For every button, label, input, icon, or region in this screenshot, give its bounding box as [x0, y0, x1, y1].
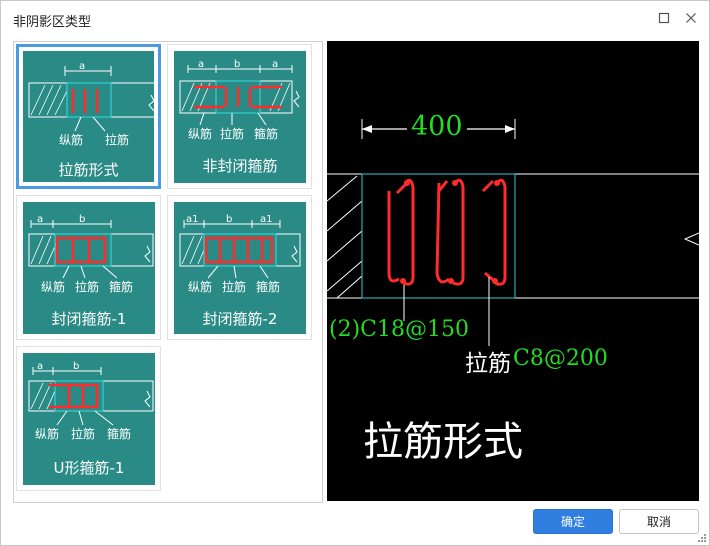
- dialog-window: 非阴影区类型 a 纵筋 拉筋 拉筋形式 a b a 纵筋 拉筋 箍筋 非封闭箍筋…: [0, 0, 710, 546]
- dim-label: a1: [186, 214, 199, 225]
- option-closed-stirrup-2[interactable]: a1 b a1 纵筋 拉筋 箍筋 封闭箍筋-2: [167, 195, 312, 340]
- maximize-icon: [658, 12, 670, 24]
- option-tie-bar-form[interactable]: a 纵筋 拉筋 拉筋形式: [16, 44, 161, 189]
- option-u-stirrup-1[interactable]: a b 纵筋 拉筋 箍筋 U形箍筋-1: [16, 346, 161, 491]
- tie-label: 拉筋: [465, 351, 511, 377]
- label-tie: 拉筋: [220, 127, 245, 141]
- label-tie: 拉筋: [222, 280, 247, 294]
- cancel-button[interactable]: 取消: [619, 509, 699, 534]
- option-title: 非封闭箍筋: [202, 157, 278, 175]
- label-longitudinal: 纵筋: [41, 280, 66, 294]
- longitudinal-spec: (2)C18@150: [329, 317, 469, 342]
- close-icon: [686, 13, 696, 23]
- label-longitudinal: 纵筋: [188, 280, 213, 294]
- option-title: 封闭箍筋-2: [202, 310, 278, 328]
- close-button[interactable]: [682, 9, 700, 27]
- dim-label: a: [79, 61, 86, 72]
- tie-spec: C8@200: [513, 346, 608, 371]
- label-stirrup: 箍筋: [256, 280, 281, 294]
- label-stirrup: 箍筋: [107, 427, 132, 441]
- option-card: a b 纵筋 拉筋 箍筋 U形箍筋-1: [23, 353, 155, 485]
- option-closed-stirrup-1[interactable]: a b 纵筋 拉筋 箍筋 封闭箍筋-1: [16, 195, 161, 340]
- option-card: a1 b a1 纵筋 拉筋 箍筋 封闭箍筋-2: [174, 202, 306, 334]
- option-card: a b 纵筋 拉筋 箍筋 封闭箍筋-1: [23, 202, 155, 334]
- option-open-stirrup[interactable]: a b a 纵筋 拉筋 箍筋 非封闭箍筋: [167, 44, 312, 189]
- resize-grip-icon[interactable]: [698, 534, 706, 542]
- dimension-label: 400: [411, 111, 463, 142]
- label-longitudinal: 纵筋: [59, 133, 84, 147]
- dim-label: b: [73, 361, 80, 372]
- dim-label: b: [234, 59, 241, 70]
- option-grid: a 纵筋 拉筋 拉筋形式 a b a 纵筋 拉筋 箍筋 非封闭箍筋 a b 纵筋…: [13, 41, 323, 503]
- dialog-title: 非阴影区类型: [13, 15, 92, 30]
- option-card: a 纵筋 拉筋 拉筋形式: [23, 51, 154, 182]
- dim-label: a1: [260, 214, 273, 225]
- label-tie: 拉筋: [75, 280, 100, 294]
- dim-label: a: [37, 214, 44, 225]
- option-title: U形箍筋-1: [53, 459, 125, 477]
- label-stirrup: 箍筋: [254, 127, 279, 141]
- dim-label: a: [198, 59, 205, 70]
- preview-panel: 400 (2)C18@150 拉筋 C8@200 拉筋形式: [327, 41, 699, 501]
- title-bar: 非阴影区类型: [1, 1, 709, 37]
- maximize-button[interactable]: [655, 9, 673, 27]
- label-stirrup: 箍筋: [109, 280, 134, 294]
- dim-label: a: [37, 361, 44, 372]
- label-tie: 拉筋: [105, 133, 130, 147]
- dim-label: b: [79, 214, 86, 225]
- label-longitudinal: 纵筋: [35, 427, 60, 441]
- preview-title: 拉筋形式: [363, 419, 523, 465]
- option-card: a b a 纵筋 拉筋 箍筋 非封闭箍筋: [174, 51, 306, 183]
- option-title: 拉筋形式: [58, 161, 119, 179]
- option-title: 封闭箍筋-1: [51, 310, 127, 328]
- label-longitudinal: 纵筋: [188, 127, 213, 141]
- label-tie: 拉筋: [71, 427, 96, 441]
- dim-label: b: [226, 214, 233, 225]
- dim-label: a: [272, 59, 279, 70]
- ok-button[interactable]: 确定: [533, 509, 613, 534]
